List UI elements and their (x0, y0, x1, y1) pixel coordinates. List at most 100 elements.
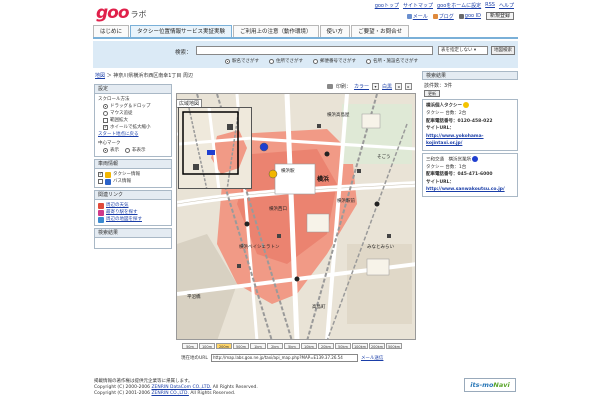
result-phone: 配車電話番号：0120-458-022 (426, 118, 493, 124)
back-to-start-link[interactable]: スタート地点に戻る (98, 131, 139, 138)
checkbox-zoom-range-label: 範囲拡大 (110, 118, 128, 123)
scale-200m[interactable]: 200m (216, 343, 232, 349)
scale-20km[interactable]: 20km (318, 343, 334, 349)
area-map-icon (98, 216, 104, 223)
blue-dot-icon (472, 155, 478, 162)
breadcrumb-current: 神奈川県横浜市西区南幸1丁目 周辺 (113, 73, 193, 79)
result-card: 三和交通 横浜営業所 タクシー 台数：1台 配車電話番号：045-471-600… (422, 152, 518, 197)
scale-2km[interactable]: 2km (267, 343, 283, 349)
map-label-hiranumabashi: 平沼橋 (187, 295, 201, 300)
radio-station[interactable]: 駅名でさがす (225, 58, 259, 64)
center-mark-heading: 中心マーク (98, 140, 168, 147)
map-label-sogo: そごう (377, 155, 391, 160)
tab-notes[interactable]: ご利用上の注意（動作環境） (233, 25, 319, 37)
print-label: 印刷： (336, 84, 352, 90)
radio-dot (103, 148, 108, 153)
breadcrumb-map-link[interactable]: 地図 (95, 73, 105, 79)
logo-text: goo (96, 3, 130, 23)
map-search-button[interactable]: 地図検索 (491, 46, 515, 55)
checkbox-box (103, 124, 108, 131)
checkbox-taxi[interactable]: タクシー情報 (98, 171, 168, 178)
tab-howto[interactable]: 使い方 (319, 25, 351, 37)
radio-dot (313, 58, 318, 64)
radio-zip-label: 郵便番号でさがす (320, 59, 356, 64)
radio-center-hide[interactable]: 非表示 (125, 147, 146, 154)
mail-label: メール (412, 13, 428, 20)
settings-title: 設定 (95, 85, 171, 94)
tab-contact[interactable]: ご要望・お問合せ (351, 25, 410, 37)
nearest-station-link[interactable]: 最寄り駅を探す (106, 209, 138, 216)
checkbox-box (103, 118, 108, 123)
mail-link[interactable]: メール (406, 13, 428, 20)
toplink-rss[interactable]: RSS (485, 2, 495, 9)
radio-zip[interactable]: 郵便番号でさがす (313, 58, 356, 64)
map-label-sheraton: 横浜ベイシェラトン (239, 245, 280, 250)
radio-drag-label: ドラッグ＆ドロップ (110, 104, 151, 109)
prefecture-select[interactable]: 表を指定しない ▾ (438, 46, 488, 55)
settings-panel: 設定 スクロール方法 ドラッグ＆ドロップ マウス追従 範囲拡大 ホイールで拡大縮… (94, 84, 172, 157)
scale-500km[interactable]: 500km (386, 343, 402, 349)
search-input[interactable] (196, 46, 433, 55)
scale-50m[interactable]: 50m (182, 343, 198, 349)
toplink-help[interactable]: ヘルプ (499, 2, 514, 9)
blog-link[interactable]: ブログ (432, 13, 454, 20)
tool-links: メール ブログ goo ID 新規登録 (406, 12, 514, 20)
logo-sub: ラボ (130, 10, 147, 19)
scale-1km[interactable]: 1km (250, 343, 266, 349)
brand-part-b: Navi (493, 381, 510, 389)
breadcrumb-separator: ＞ (106, 73, 112, 79)
current-url-field[interactable]: http://map.labs.goo.ne.jp/taxi/api_map.p… (210, 354, 358, 362)
radio-dot (103, 104, 108, 109)
checkbox-taxi-label: タクシー情報 (113, 172, 140, 177)
overview-canvas (179, 108, 251, 188)
zenrin-datacom-link[interactable]: ZENRIN DataCom CO.,LTD. (151, 385, 211, 390)
radio-center-show[interactable]: 表示 (103, 147, 119, 154)
weather-link[interactable]: 周辺の天気 (106, 202, 129, 209)
checkbox-wheel-zoom[interactable]: ホイールで拡大縮小 (98, 124, 168, 131)
blog-icon (432, 13, 438, 19)
prefecture-select-value: 表を指定しない (441, 48, 473, 53)
zoom-out-button[interactable]: ◂ (395, 83, 403, 90)
itsmo-navi-logo[interactable]: its-moNavi (464, 378, 516, 392)
scale-10km[interactable]: 10km (301, 343, 317, 349)
zoom-in-button[interactable]: ▸ (405, 83, 413, 90)
radio-mouse-follow[interactable]: マウス追従 (98, 110, 168, 117)
map-label-ekimae: 横浜駅前 (337, 199, 355, 204)
result-site-link[interactable]: http://www.yokohama-kojintaxi.or.jp/ (426, 134, 484, 147)
overview-map[interactable] (178, 107, 252, 189)
gooid-icon (458, 13, 464, 19)
scale-50km[interactable]: 50km (335, 343, 351, 349)
scale-5km[interactable]: 5km (284, 343, 300, 349)
radio-drag[interactable]: ドラッグ＆ドロップ (98, 103, 168, 110)
area-map-link[interactable]: 周辺の地図を探す (106, 216, 142, 223)
tab-taxi-service[interactable]: タクシー位置情報サービス実証実験 (130, 25, 233, 37)
zenrin-link[interactable]: ZENRIN CO.,LTD. (151, 391, 188, 396)
radio-dot (366, 58, 371, 64)
scale-500m[interactable]: 500m (233, 343, 249, 349)
signup-button[interactable]: 新規登録 (485, 12, 514, 20)
print-mono-link[interactable]: 白黒 (382, 83, 392, 90)
checkbox-zoom-range[interactable]: 範囲拡大 (98, 117, 168, 124)
footer-copy-prefix: Copyright (C) 2001-2006 (94, 391, 152, 396)
result-site-link[interactable]: http://www.sanwakoutsu.co.jp/ (426, 187, 505, 192)
current-url-label: 現在地のURL (181, 356, 208, 361)
radio-station-label: 駅名でさがす (232, 59, 259, 64)
gooid-link[interactable]: goo ID (458, 13, 481, 19)
send-mail-link[interactable]: メール送信 (361, 355, 384, 361)
print-color-link[interactable]: カラー (354, 83, 369, 90)
toplink-sitemap[interactable]: サイトマップ (403, 2, 433, 9)
checkbox-bus[interactable]: バス情報 (98, 178, 168, 185)
radio-landmark[interactable]: 名所・施設名でさがす (366, 58, 418, 64)
goo-logo[interactable]: goo ラボ (96, 3, 147, 23)
radio-dot (269, 58, 274, 64)
color-toggle-button[interactable]: ▾ (372, 83, 380, 90)
update-button[interactable]: 更新 (424, 90, 440, 97)
scale-100km[interactable]: 100km (352, 343, 368, 349)
vehicle-panel: 車両情報 タクシー情報 バス情報 (94, 159, 172, 188)
tab-intro[interactable]: はじめに (93, 25, 130, 37)
toplink-goo-top[interactable]: gooトップ (375, 2, 399, 9)
scale-200km[interactable]: 200km (369, 343, 385, 349)
scale-100m[interactable]: 100m (199, 343, 215, 349)
radio-address[interactable]: 住所でさがす (269, 58, 303, 64)
toplink-set-home[interactable]: gooをホームに設定 (437, 2, 481, 9)
